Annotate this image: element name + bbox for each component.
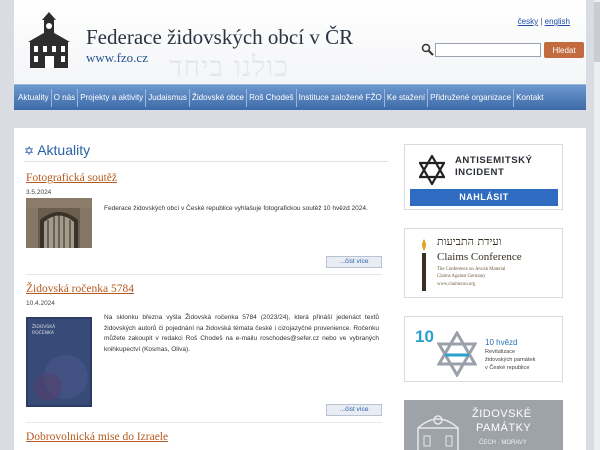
news-column: ✡ Aktuality Fotografická soutěž 3.5.2024… — [14, 128, 392, 450]
nav-item-9[interactable]: Kontakt — [514, 89, 545, 107]
lang-english-link[interactable]: english — [545, 17, 570, 26]
banner-title: ŽIDOVSKÉ — [472, 408, 532, 420]
article-text: Na sklonku března vyšla Židovská ročenka… — [104, 314, 379, 354]
claims-conference-banner[interactable]: ועידת התביעות Claims Conference The Conf… — [404, 228, 563, 298]
nav-item-4[interactable]: Židovské obce — [190, 88, 248, 107]
banner-subtitle: v České republice — [485, 365, 530, 371]
candle-icon — [422, 239, 426, 291]
nav-item-0[interactable]: Aktuality — [16, 88, 52, 107]
jewish-monuments-banner[interactable]: ŽIDOVSKÉ PAMÁTKY ČECH · MORAVY — [404, 400, 563, 450]
banner-subtitle: The Conference on Jewish Material — [437, 267, 506, 272]
article-title-link[interactable]: Fotografická soutěž — [26, 172, 117, 184]
divider — [26, 422, 382, 423]
site-url[interactable]: www.fzo.cz — [86, 50, 148, 66]
synagogue-illustration-icon — [417, 415, 459, 450]
town-hall-logo-icon[interactable] — [26, 12, 72, 70]
lang-czech-link[interactable]: česky — [518, 17, 538, 26]
read-more-button[interactable]: ...čist více — [326, 404, 382, 416]
nav-item-2[interactable]: Projekty a aktivity — [78, 88, 147, 107]
banner-title: 10 hvězd — [485, 338, 518, 347]
search-input[interactable] — [435, 43, 541, 57]
nav-item-6[interactable]: Instituce založené FŽO — [297, 88, 385, 107]
search-button[interactable]: Hledat — [544, 42, 584, 58]
nav-item-3[interactable]: Judaismus — [146, 88, 190, 107]
hebrew-watermark: כולנו ביחד — [169, 50, 289, 83]
banner-hebrew-title: ועידת התביעות — [437, 235, 502, 248]
read-more-button[interactable]: ...čist více — [326, 256, 382, 268]
banner-number: 10 — [415, 327, 434, 346]
sidebar: ANTISEMITSKÝ INCIDENT NAHLÁSIT ועידת התב… — [392, 128, 586, 450]
nav-item-7[interactable]: Ke stažení — [385, 88, 429, 107]
scrollbar[interactable] — [594, 0, 600, 450]
banner-title: ANTISEMITSKÝ INCIDENT — [455, 155, 532, 179]
language-switcher: česky | english — [518, 17, 570, 26]
star-of-david-icon: ✡ — [24, 144, 35, 158]
section-title-text: Aktuality — [37, 142, 91, 158]
article-thumbnail-gate[interactable] — [26, 198, 92, 248]
banner-subtitle: židovských památek — [485, 357, 536, 363]
report-button[interactable]: NAHLÁSIT — [410, 189, 558, 206]
article-title-link[interactable]: Židovská ročenka 5784 — [26, 283, 134, 295]
site-title[interactable]: Federace židovských obcí v ČR — [86, 25, 353, 50]
main-navigation: Aktuality O nás Projekty a aktivity Judaism… — [14, 84, 586, 110]
nav-item-5[interactable]: Roš Chodeš — [247, 88, 297, 107]
banner-subtitle: Claims Against Germany — [437, 274, 486, 279]
site-header: Federace židovských obcí v ČR www.fzo.cz… — [14, 0, 586, 84]
book-cover-label: ROČENKA — [32, 331, 54, 336]
antisemitic-incident-banner[interactable]: ANTISEMITSKÝ INCIDENT NAHLÁSIT — [404, 144, 563, 210]
banner-subtitle: ČECH · MORAVY — [479, 440, 527, 446]
nav-item-8[interactable]: Přidružené organizace — [428, 88, 515, 107]
ten-stars-banner[interactable]: 10 10 hvězd Revitalizace židovských pamá… — [404, 316, 563, 382]
banner-url: www.claimscon.org — [437, 282, 476, 287]
article-date: 10.4.2024 — [26, 300, 55, 307]
article-text: Federace židovských obcí v České republi… — [104, 205, 368, 212]
divider — [24, 161, 388, 162]
banner-title: PAMÁTKY — [476, 422, 532, 434]
banner-subtitle: Revitalizace — [485, 349, 516, 355]
divider — [26, 274, 382, 275]
search-icon — [421, 43, 434, 56]
banner-title-line: ANTISEMITSKÝ — [455, 155, 533, 166]
banner-title: Claims Conference — [437, 251, 522, 263]
scrollbar-thumb[interactable] — [594, 2, 600, 62]
article-date: 3.5.2024 — [26, 189, 52, 196]
star-of-david-icon — [437, 331, 477, 377]
article-title-link[interactable]: Dobrovolnická mise do Izraele — [26, 431, 168, 443]
section-title: ✡ Aktuality — [24, 142, 90, 158]
banner-title-line: INCIDENT — [455, 167, 505, 178]
star-of-david-icon — [419, 155, 445, 185]
nav-item-1[interactable]: O nás — [52, 88, 79, 107]
book-cover-label: ŽIDOVSKÁ — [32, 325, 56, 330]
